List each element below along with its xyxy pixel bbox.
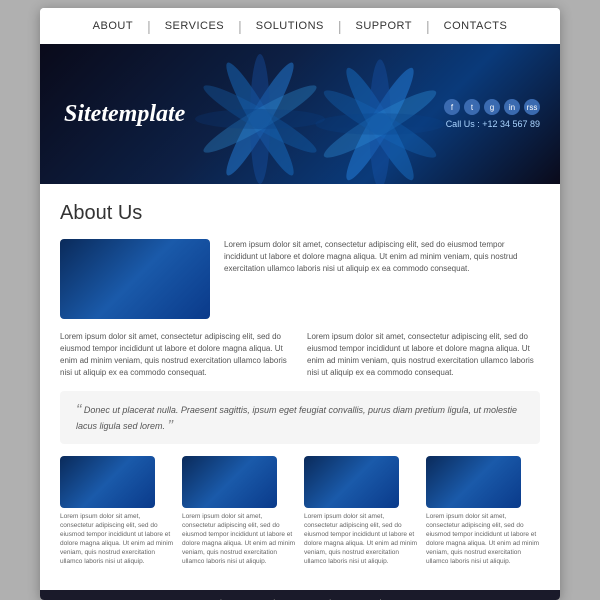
hero-social-icons: f t g in rss [444, 99, 540, 115]
hero-banner: Sitetemplate f t g in rss Call Us : +12 … [40, 44, 560, 184]
thumbnail-3 [304, 456, 399, 508]
content-area: About Us Lorem ipsum dolor sit amet, con… [40, 184, 560, 590]
quote-mark-close-icon: ” [168, 418, 173, 435]
google-icon[interactable]: g [484, 99, 500, 115]
about-title: About Us [60, 202, 540, 225]
thumb-col-1: Lorem ipsum dolor sit amet, consectetur … [60, 456, 174, 567]
nav-support[interactable]: SUPPORT [342, 20, 426, 32]
page-wrapper: ABOUT | SERVICES | SOLUTIONS | SUPPORT |… [40, 8, 560, 600]
quote-text: Donec ut placerat nulla. Praesent sagitt… [76, 405, 517, 431]
nav-services[interactable]: SERVICES [151, 20, 238, 32]
thumbnail-2 [182, 456, 277, 508]
thumb-col-4: Lorem ipsum dolor sit amet, consectetur … [426, 456, 540, 567]
thumb-col-3: Lorem ipsum dolor sit amet, consectetur … [304, 456, 418, 567]
hero-content: Sitetemplate [40, 101, 185, 128]
quote-section: “ Donec ut placerat nulla. Praesent sagi… [60, 391, 540, 444]
hero-title: Sitetemplate [64, 101, 185, 128]
mid-col-left: Lorem ipsum dolor sit amet, consectetur … [60, 331, 293, 379]
top-content-row: Lorem ipsum dolor sit amet, consectetur … [60, 239, 540, 319]
nav-solutions[interactable]: SOLUTIONS [242, 20, 338, 32]
linkedin-icon[interactable]: in [504, 99, 520, 115]
hero-phone: Call Us : +12 34 567 89 [444, 119, 540, 129]
navbar: ABOUT | SERVICES | SOLUTIONS | SUPPORT |… [40, 8, 560, 44]
top-body-text: Lorem ipsum dolor sit amet, consectetur … [224, 239, 540, 319]
thumb-text-1: Lorem ipsum dolor sit amet, consectetur … [60, 512, 174, 567]
nav-about[interactable]: ABOUT [79, 20, 147, 32]
thumb-text-3: Lorem ipsum dolor sit amet, consectetur … [304, 512, 418, 567]
hero-right: f t g in rss Call Us : +12 34 567 89 [444, 99, 540, 129]
footer-nav: About Us | Services | Solutions | Suppor… [40, 590, 560, 600]
mid-content-row: Lorem ipsum dolor sit amet, consectetur … [60, 331, 540, 379]
quote-mark-open-icon: “ [76, 402, 81, 419]
main-thumbnail [60, 239, 210, 319]
facebook-icon[interactable]: f [444, 99, 460, 115]
mid-col-right: Lorem ipsum dolor sit amet, consectetur … [307, 331, 540, 379]
thumb-col-2: Lorem ipsum dolor sit amet, consectetur … [182, 456, 296, 567]
twitter-icon[interactable]: t [464, 99, 480, 115]
thumbnail-4 [426, 456, 521, 508]
thumb-text-2: Lorem ipsum dolor sit amet, consectetur … [182, 512, 296, 567]
nav-contacts[interactable]: CONTACTS [430, 20, 522, 32]
thumbnails-row: Lorem ipsum dolor sit amet, consectetur … [60, 456, 540, 567]
rss-icon[interactable]: rss [524, 99, 540, 115]
thumbnail-1 [60, 456, 155, 508]
thumb-text-4: Lorem ipsum dolor sit amet, consectetur … [426, 512, 540, 567]
